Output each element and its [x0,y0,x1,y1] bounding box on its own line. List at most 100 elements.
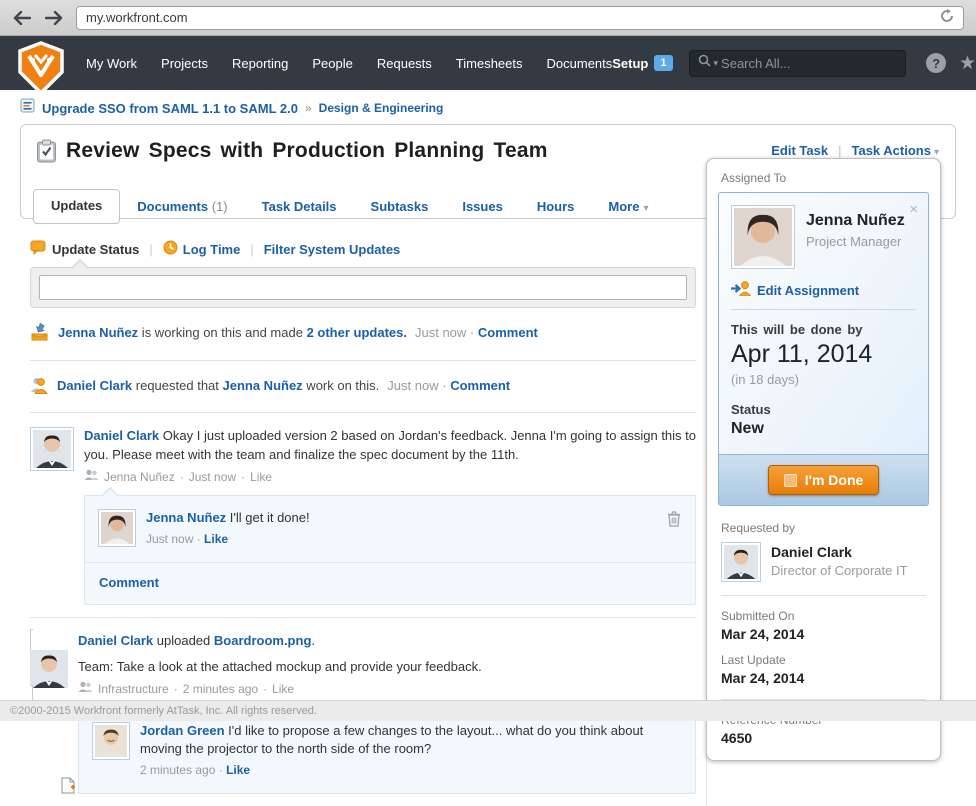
navbar-right: ? ★ 12 [926,50,976,76]
task-clipboard-icon [36,139,57,168]
filter-system-updates-link[interactable]: Filter System Updates [264,242,401,257]
feed-user-link[interactable]: Daniel Clark [57,378,132,393]
primary-nav: My Work Projects Reporting People Reques… [86,56,612,71]
document-upload-badge-icon [61,777,75,799]
edit-task-link[interactable]: Edit Task [771,143,828,158]
reference-number-value: 4650 [721,730,926,746]
feed-timestamp: Just now [189,469,236,486]
reply-item: Jenna Nuñez I'll get it done! Just now ·… [85,496,695,561]
reply-user-link[interactable]: Jenna Nuñez [146,510,226,525]
assigned-to-panel: Assigned To × Jenna Nuñez Project Manage… [706,158,941,761]
favorites-star-icon[interactable]: ★ [959,54,976,73]
status-value: New [731,420,916,438]
documents-count: (1) [212,199,228,214]
browser-forward-icon[interactable] [44,8,64,28]
header-links-separator: | [838,143,841,158]
edit-assignment-link[interactable]: Edit Assignment [731,281,916,299]
tab-task-details[interactable]: Task Details [245,191,354,224]
comment-link[interactable]: Comment [99,575,159,590]
nav-item-setup[interactable]: Setup 1 [612,55,672,71]
feed-user-link[interactable]: Jenna Nuñez [223,378,303,393]
done-by-relative: (in 18 days) [731,372,916,387]
reply-item: Jordan Green I'd like to propose a few c… [79,709,695,793]
setup-badge: 1 [654,55,672,71]
last-update-value: Mar 24, 2014 [721,670,926,686]
audience-team-link[interactable]: Infrastructure [98,681,169,698]
nav-item-timesheets[interactable]: Timesheets [456,56,523,71]
assignment-person-icon [30,376,48,399]
like-link[interactable]: Like [250,469,272,486]
feed-user-link[interactable]: Jenna Nuñez [58,325,138,340]
breadcrumb-section-link[interactable]: Design & Engineering [319,101,444,115]
nav-item-people[interactable]: People [312,56,352,71]
update-status-toggle[interactable]: Update Status [30,240,139,258]
feed-timestamp: Just now [415,325,466,340]
like-link[interactable]: Like [272,681,294,698]
close-icon[interactable]: × [909,202,918,217]
inbox-update-icon [30,323,49,347]
feed-user-link[interactable]: Daniel Clark [78,633,153,648]
update-status-box [30,267,696,308]
avatar-jordan-green[interactable] [92,722,130,760]
nav-item-requests[interactable]: Requests [377,56,432,71]
page-title: Review Specs with Production Planning Te… [66,139,548,163]
done-by-label: This will be done by [731,322,916,337]
last-update-label: Last Update [721,653,926,667]
audience-user-link[interactable]: Jenna Nuñez [104,469,175,486]
browser-back-icon[interactable] [12,8,32,28]
like-link[interactable]: Like [204,532,228,546]
avatar-jenna-nunez[interactable] [731,205,795,269]
nav-item-projects[interactable]: Projects [161,56,208,71]
feed-user-link[interactable]: Daniel Clark [84,428,159,443]
submitted-on-label: Submitted On [721,609,926,623]
task-actions-dropdown[interactable]: Task Actions▾ [852,143,940,158]
help-icon[interactable]: ? [926,53,946,73]
setup-label: Setup [612,56,648,71]
audience-people-icon [84,469,99,486]
requested-by-label: Requested by [721,521,926,535]
edit-assignment-icon [731,281,751,299]
breadcrumb-project-link[interactable]: Upgrade SSO from SAML 1.1 to SAML 2.0 [42,101,298,116]
done-button-band: I'm Done [719,454,928,505]
avatar-daniel-clark[interactable] [30,427,74,471]
delete-reply-icon[interactable] [667,509,681,548]
avatar-daniel-clark[interactable] [721,542,761,582]
nav-item-documents[interactable]: Documents [547,56,613,71]
workfront-logo-icon[interactable] [16,41,66,100]
im-done-button[interactable]: I'm Done [768,465,880,495]
tab-documents[interactable]: Documents (1) [120,191,244,224]
log-time-link[interactable]: Log Time [163,240,241,258]
reload-icon[interactable] [940,9,954,26]
avatar-jenna-nunez[interactable] [98,509,136,547]
comment-link[interactable]: Comment [478,325,538,340]
footer: ©2000-2015 Workfront formerly AtTask, In… [0,700,976,721]
feed-timestamp: Just now [387,378,438,393]
tab-hours[interactable]: Hours [520,191,592,224]
nav-item-reporting[interactable]: Reporting [232,56,288,71]
update-toolbar: Update Status | Log Time | Filter System… [30,240,696,258]
avatar-daniel-clark[interactable] [30,629,68,708]
other-updates-link[interactable]: 2 other updates. [307,325,407,340]
browser-chrome: my.workfront.com [0,0,976,36]
url-bar[interactable]: my.workfront.com [76,6,964,30]
search-icon [698,54,711,72]
tab-issues[interactable]: Issues [445,191,519,224]
done-checkbox-icon [784,474,797,487]
search-input[interactable] [721,56,897,71]
comment-link[interactable]: Comment [450,378,510,393]
upload-note: Team: Take a look at the attached mockup… [78,658,696,677]
task-actions-caret-icon: ▾ [934,147,939,158]
global-search[interactable]: ▾ [689,50,907,77]
tab-updates[interactable]: Updates [33,189,120,224]
uploaded-file-link[interactable]: Boardroom.png [214,633,312,648]
update-status-input[interactable] [39,275,687,300]
reply-user-link[interactable]: Jordan Green [140,723,225,738]
nav-item-my-work[interactable]: My Work [86,56,137,71]
search-scope-caret-icon[interactable]: ▾ [714,58,719,69]
more-caret-icon: ▾ [643,203,648,214]
task-tabs: Updates Documents (1) Task Details Subta… [33,189,665,224]
tab-more[interactable]: More▾ [591,191,665,224]
breadcrumb: Upgrade SSO from SAML 1.1 to SAML 2.0 » … [0,90,976,124]
like-link[interactable]: Like [226,763,250,777]
tab-subtasks[interactable]: Subtasks [354,191,446,224]
